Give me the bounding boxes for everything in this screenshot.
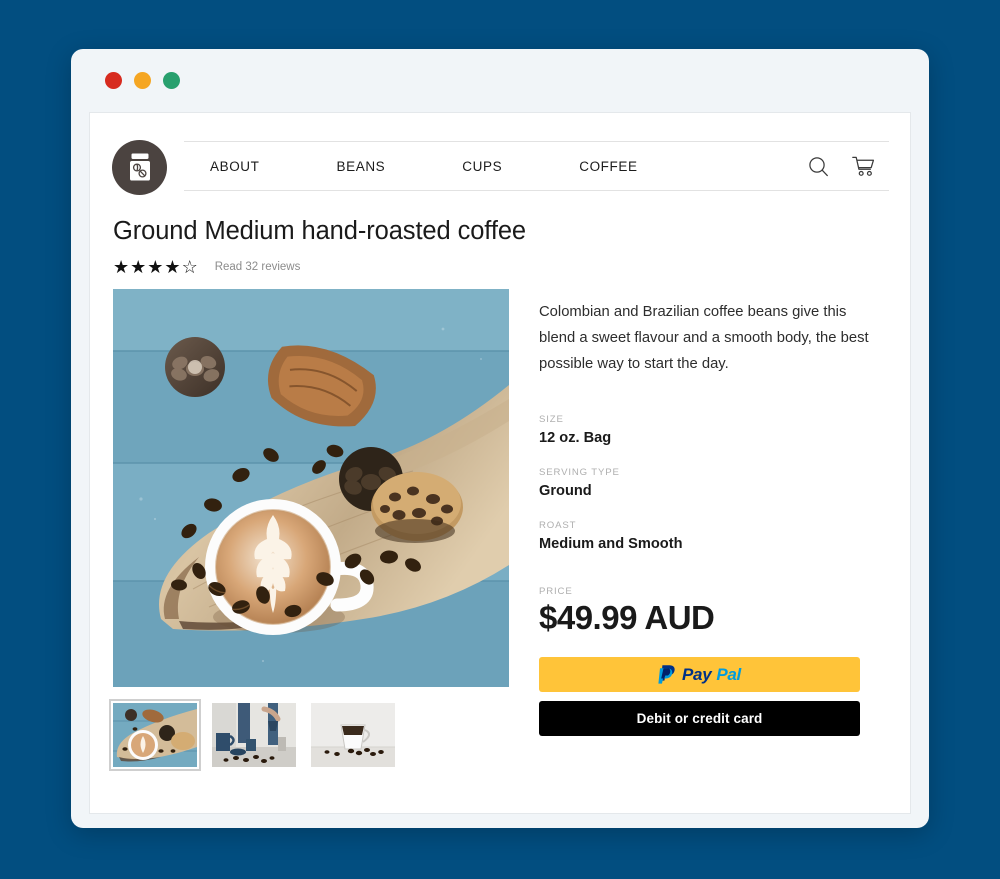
spec-size-label: SIZE	[539, 414, 564, 426]
star-filled-3: ★	[147, 257, 164, 278]
debit-credit-card-button[interactable]: Debit or credit card	[539, 700, 860, 736]
paypal-pay-text: Pay	[682, 664, 712, 684]
site-header: ABOUT BEANS CUPS COFFEE	[90, 113, 910, 195]
window-close-button[interactable]	[105, 72, 122, 89]
header-icon-group	[808, 156, 883, 177]
nav-item-cups[interactable]: CUPS	[462, 159, 502, 174]
star-filled-1: ★	[113, 257, 130, 278]
star-rating[interactable]: ★ ★ ★ ★ ☆	[113, 258, 198, 276]
product-specs: SIZE 12 oz. Bag SERVING TYPE Ground ROAS…	[539, 414, 888, 552]
window-minimize-button[interactable]	[134, 72, 151, 89]
product-gallery	[109, 289, 509, 772]
star-filled-2: ★	[130, 257, 147, 278]
spec-serving-type-value: Ground	[539, 483, 592, 500]
window-titlebar	[71, 49, 929, 112]
nav-item-beans[interactable]: BEANS	[337, 159, 386, 174]
star-filled-4: ★	[164, 257, 181, 278]
spec-roast: ROAST Medium and Smooth	[539, 520, 888, 552]
product-info: Colombian and Brazilian coffee beans giv…	[509, 289, 888, 767]
main-navigation: ABOUT BEANS CUPS COFFEE	[184, 141, 889, 191]
product-body: Colombian and Brazilian coffee beans giv…	[90, 276, 910, 772]
spec-size: SIZE 12 oz. Bag	[539, 414, 888, 446]
cart-icon[interactable]	[852, 156, 875, 177]
paypal-monogram-icon	[658, 664, 675, 684]
read-reviews-link[interactable]: Read 32 reviews	[215, 261, 301, 273]
paypal-logo: Pay Pal	[658, 664, 741, 685]
rating-row: ★ ★ ★ ★ ☆ Read 32 reviews	[113, 258, 888, 276]
price-label: PRICE	[539, 586, 573, 598]
thumbnail-3[interactable]	[311, 703, 395, 768]
product-main-image[interactable]	[113, 289, 509, 688]
thumbnail-1[interactable]	[109, 699, 201, 772]
search-icon[interactable]	[808, 156, 829, 177]
page-content: ABOUT BEANS CUPS COFFEE Ground Medium ha…	[89, 112, 911, 814]
nav-item-coffee[interactable]: COFFEE	[579, 159, 637, 174]
coffee-jar-icon	[129, 153, 150, 181]
price-value: $49.99 AUD	[539, 599, 715, 637]
price-block: PRICE $49.99 AUD	[539, 586, 888, 636]
page-title: Ground Medium hand-roasted coffee	[113, 217, 526, 245]
star-empty-5: ☆	[181, 257, 198, 278]
window-maximize-button[interactable]	[163, 72, 180, 89]
browser-window: ABOUT BEANS CUPS COFFEE Ground Medium ha…	[71, 49, 929, 828]
thumbnail-2[interactable]	[212, 703, 296, 768]
thumbnail-strip	[109, 699, 509, 772]
nav-item-about[interactable]: ABOUT	[210, 159, 260, 174]
paypal-pal-text: Pal	[716, 664, 741, 684]
nav-links: ABOUT BEANS CUPS COFFEE	[210, 159, 808, 174]
product-header: Ground Medium hand-roasted coffee ★ ★ ★ …	[90, 195, 910, 276]
spec-size-value: 12 oz. Bag	[539, 430, 612, 447]
spec-roast-label: ROAST	[539, 520, 577, 532]
spec-serving-type: SERVING TYPE Ground	[539, 467, 888, 499]
product-description: Colombian and Brazilian coffee beans giv…	[539, 304, 869, 372]
checkout-buttons: Pay Pal Debit or credit card	[539, 656, 860, 736]
spec-roast-value: Medium and Smooth	[539, 536, 683, 553]
site-logo[interactable]	[112, 139, 167, 195]
paypal-checkout-button[interactable]: Pay Pal	[539, 656, 860, 692]
spec-serving-type-label: SERVING TYPE	[539, 467, 620, 479]
